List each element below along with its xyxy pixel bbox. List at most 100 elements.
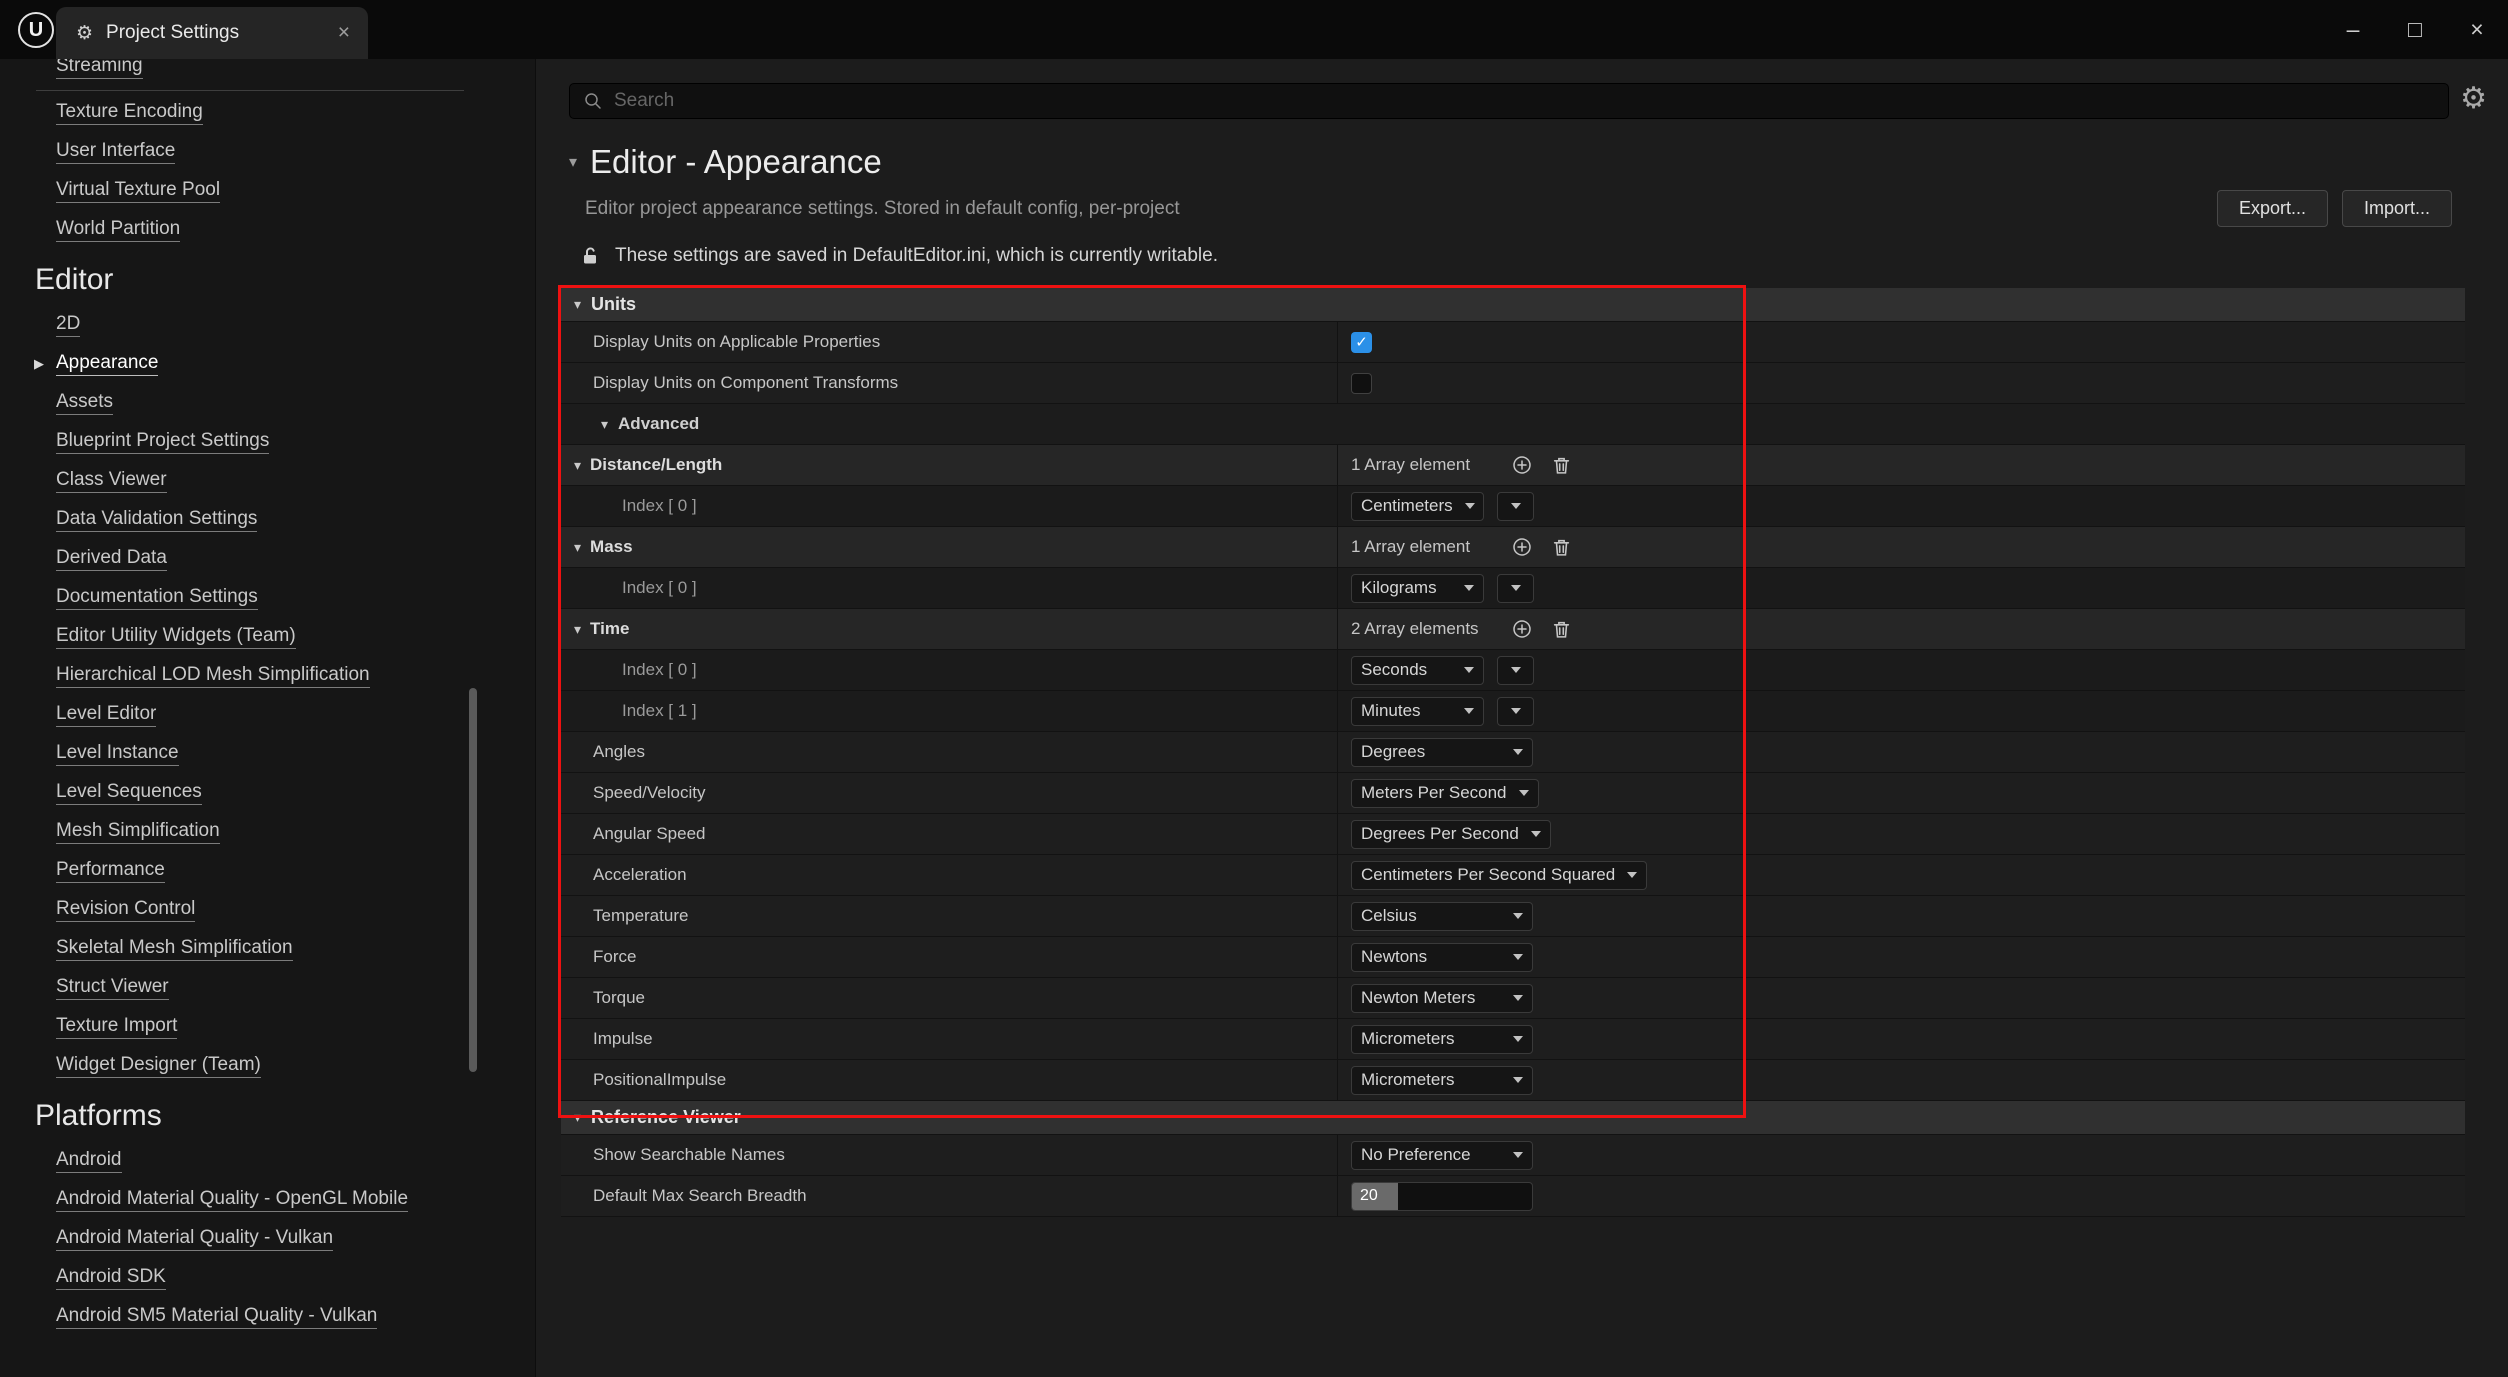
sidebar-item-level-sequences[interactable]: Level Sequences <box>56 773 532 812</box>
add-element-icon[interactable] <box>1511 618 1533 640</box>
checkbox-display-units-applicable[interactable]: ✓ <box>1351 332 1372 353</box>
sidebar-item-texture-import[interactable]: Texture Import <box>56 1007 532 1046</box>
sidebar-scrollbar[interactable] <box>469 688 477 1072</box>
sidebar-item-hierarchical-lod[interactable]: Hierarchical LOD Mesh Simplification <box>56 656 532 695</box>
chevron-down-icon <box>1627 872 1637 878</box>
row-display-units-component: Display Units on Component Transforms <box>561 363 2465 404</box>
tab-close-icon[interactable]: × <box>338 21 350 45</box>
checkbox-display-units-component[interactable] <box>1351 373 1372 394</box>
collapse-arrow-icon[interactable]: ▾ <box>569 152 577 172</box>
section-header-advanced[interactable]: ▾ Advanced <box>561 404 2465 445</box>
add-element-icon[interactable] <box>1511 454 1533 476</box>
torque-dropdown[interactable]: Newton Meters <box>1351 984 1533 1013</box>
row-torque: Torque Newton Meters <box>561 978 2465 1019</box>
sidebar-item-class-viewer[interactable]: Class Viewer <box>56 461 532 500</box>
sidebar-item-user-interface[interactable]: User Interface <box>56 132 532 171</box>
export-button[interactable]: Export... <box>2217 190 2328 227</box>
delete-array-icon[interactable] <box>1551 619 1572 640</box>
row-angular-speed: Angular Speed Degrees Per Second <box>561 814 2465 855</box>
sidebar-item-level-instance[interactable]: Level Instance <box>56 734 532 773</box>
sidebar-item-mesh-simplification[interactable]: Mesh Simplification <box>56 812 532 851</box>
sidebar-item-virtual-texture-pool[interactable]: Virtual Texture Pool <box>56 171 532 210</box>
settings-gear-icon[interactable]: ⚙ <box>2460 81 2487 116</box>
page-subtitle: Editor project appearance settings. Stor… <box>585 198 1180 220</box>
angular-speed-dropdown[interactable]: Degrees Per Second <box>1351 820 1551 849</box>
sidebar-item-appearance[interactable]: ▶ Appearance <box>56 344 532 383</box>
temperature-dropdown[interactable]: Celsius <box>1351 902 1533 931</box>
delete-array-icon[interactable] <box>1551 455 1572 476</box>
positional-impulse-dropdown[interactable]: Micrometers <box>1351 1066 1533 1095</box>
page-title: ▾ Editor - Appearance <box>569 143 882 181</box>
row-impulse: Impulse Micrometers <box>561 1019 2465 1060</box>
section-header-units[interactable]: ▾ Units <box>561 288 2465 322</box>
collapse-arrow-icon[interactable]: ▾ <box>574 621 581 638</box>
section-header-reference-viewer[interactable]: ▾ Reference Viewer <box>561 1101 2465 1135</box>
force-dropdown[interactable]: Newtons <box>1351 943 1533 972</box>
sidebar-item-editor-utility-widgets[interactable]: Editor Utility Widgets (Team) <box>56 617 532 656</box>
speed-velocity-dropdown[interactable]: Meters Per Second <box>1351 779 1539 808</box>
search-bar <box>569 83 2449 119</box>
sidebar-item-streaming[interactable]: Streaming <box>56 59 532 86</box>
unreal-logo: U <box>18 12 54 48</box>
sidebar-item-android-mq-opengl[interactable]: Android Material Quality - OpenGL Mobile <box>56 1180 532 1219</box>
acceleration-dropdown[interactable]: Centimeters Per Second Squared <box>1351 861 1647 890</box>
collapse-arrow-icon[interactable]: ▾ <box>574 539 581 556</box>
tab-project-settings[interactable]: ⚙ Project Settings × <box>56 7 368 59</box>
project-settings-icon: ⚙ <box>76 22 93 45</box>
impulse-dropdown[interactable]: Micrometers <box>1351 1025 1533 1054</box>
array-header-time: ▾ Time 2 Array elements <box>561 609 2465 650</box>
sidebar-item-documentation-settings[interactable]: Documentation Settings <box>56 578 532 617</box>
sidebar-item-android-mq-vulkan[interactable]: Android Material Quality - Vulkan <box>56 1219 532 1258</box>
sidebar-item-blueprint-project-settings[interactable]: Blueprint Project Settings <box>56 422 532 461</box>
search-input[interactable] <box>614 90 2436 112</box>
chevron-down-icon <box>1465 503 1475 509</box>
row-display-units-applicable: Display Units on Applicable Properties ✓ <box>561 322 2465 363</box>
sidebar-item-revision-control[interactable]: Revision Control <box>56 890 532 929</box>
mass-unit-dropdown[interactable]: Kilograms <box>1351 574 1484 603</box>
sidebar-item-android-sm5-mq-vulkan[interactable]: Android SM5 Material Quality - Vulkan <box>56 1297 532 1336</box>
add-element-icon[interactable] <box>1511 536 1533 558</box>
sidebar-item-skeletal-mesh-simplification[interactable]: Skeletal Mesh Simplification <box>56 929 532 968</box>
sidebar-item-assets[interactable]: Assets <box>56 383 532 422</box>
time-unit-dropdown-0[interactable]: Seconds <box>1351 656 1484 685</box>
setting-label: Impulse <box>561 1019 1337 1059</box>
sidebar-item-struct-viewer[interactable]: Struct Viewer <box>56 968 532 1007</box>
sidebar-item-android-sdk[interactable]: Android SDK <box>56 1258 532 1297</box>
sidebar-item-world-partition[interactable]: World Partition <box>56 210 532 249</box>
sidebar-item-texture-encoding[interactable]: Texture Encoding <box>56 93 532 132</box>
element-options-dropdown[interactable] <box>1497 574 1534 603</box>
distance-unit-dropdown[interactable]: Centimeters <box>1351 492 1484 521</box>
title-bar: U ⚙ Project Settings × – □ × <box>0 0 2508 59</box>
sidebar-item-widget-designer[interactable]: Widget Designer (Team) <box>56 1046 532 1085</box>
setting-label: Angular Speed <box>561 814 1337 854</box>
max-search-breadth-input[interactable]: 20 <box>1351 1182 1533 1211</box>
chevron-down-icon <box>1513 1036 1523 1042</box>
sidebar-item-data-validation-settings[interactable]: Data Validation Settings <box>56 500 532 539</box>
element-options-dropdown[interactable] <box>1497 492 1534 521</box>
sidebar-item-derived-data[interactable]: Derived Data <box>56 539 532 578</box>
collapse-arrow-icon: ▾ <box>601 416 608 433</box>
sidebar-section-platforms: Platforms <box>35 1099 532 1133</box>
delete-array-icon[interactable] <box>1551 537 1572 558</box>
element-options-dropdown[interactable] <box>1497 697 1534 726</box>
sidebar-item-performance[interactable]: Performance <box>56 851 532 890</box>
chevron-down-icon <box>1464 585 1474 591</box>
chevron-down-icon <box>1519 790 1529 796</box>
unlock-icon <box>579 245 601 267</box>
sidebar-item-2d[interactable]: 2D <box>56 305 532 344</box>
show-searchable-names-dropdown[interactable]: No Preference <box>1351 1141 1533 1170</box>
chevron-down-icon <box>1511 667 1521 673</box>
settings-table: ▾ Units Display Units on Applicable Prop… <box>561 288 2465 1217</box>
row-positional-impulse: PositionalImpulse Micrometers <box>561 1060 2465 1101</box>
time-unit-dropdown-1[interactable]: Minutes <box>1351 697 1484 726</box>
close-button[interactable]: × <box>2446 0 2508 59</box>
import-button[interactable]: Import... <box>2342 190 2452 227</box>
element-options-dropdown[interactable] <box>1497 656 1534 685</box>
index-label: Index [ 0 ] <box>561 486 1337 526</box>
maximize-button[interactable]: □ <box>2384 0 2446 59</box>
collapse-arrow-icon[interactable]: ▾ <box>574 457 581 474</box>
angles-dropdown[interactable]: Degrees <box>1351 738 1533 767</box>
sidebar-item-android[interactable]: Android <box>56 1141 532 1180</box>
sidebar-item-level-editor[interactable]: Level Editor <box>56 695 532 734</box>
minimize-button[interactable]: – <box>2322 0 2384 59</box>
